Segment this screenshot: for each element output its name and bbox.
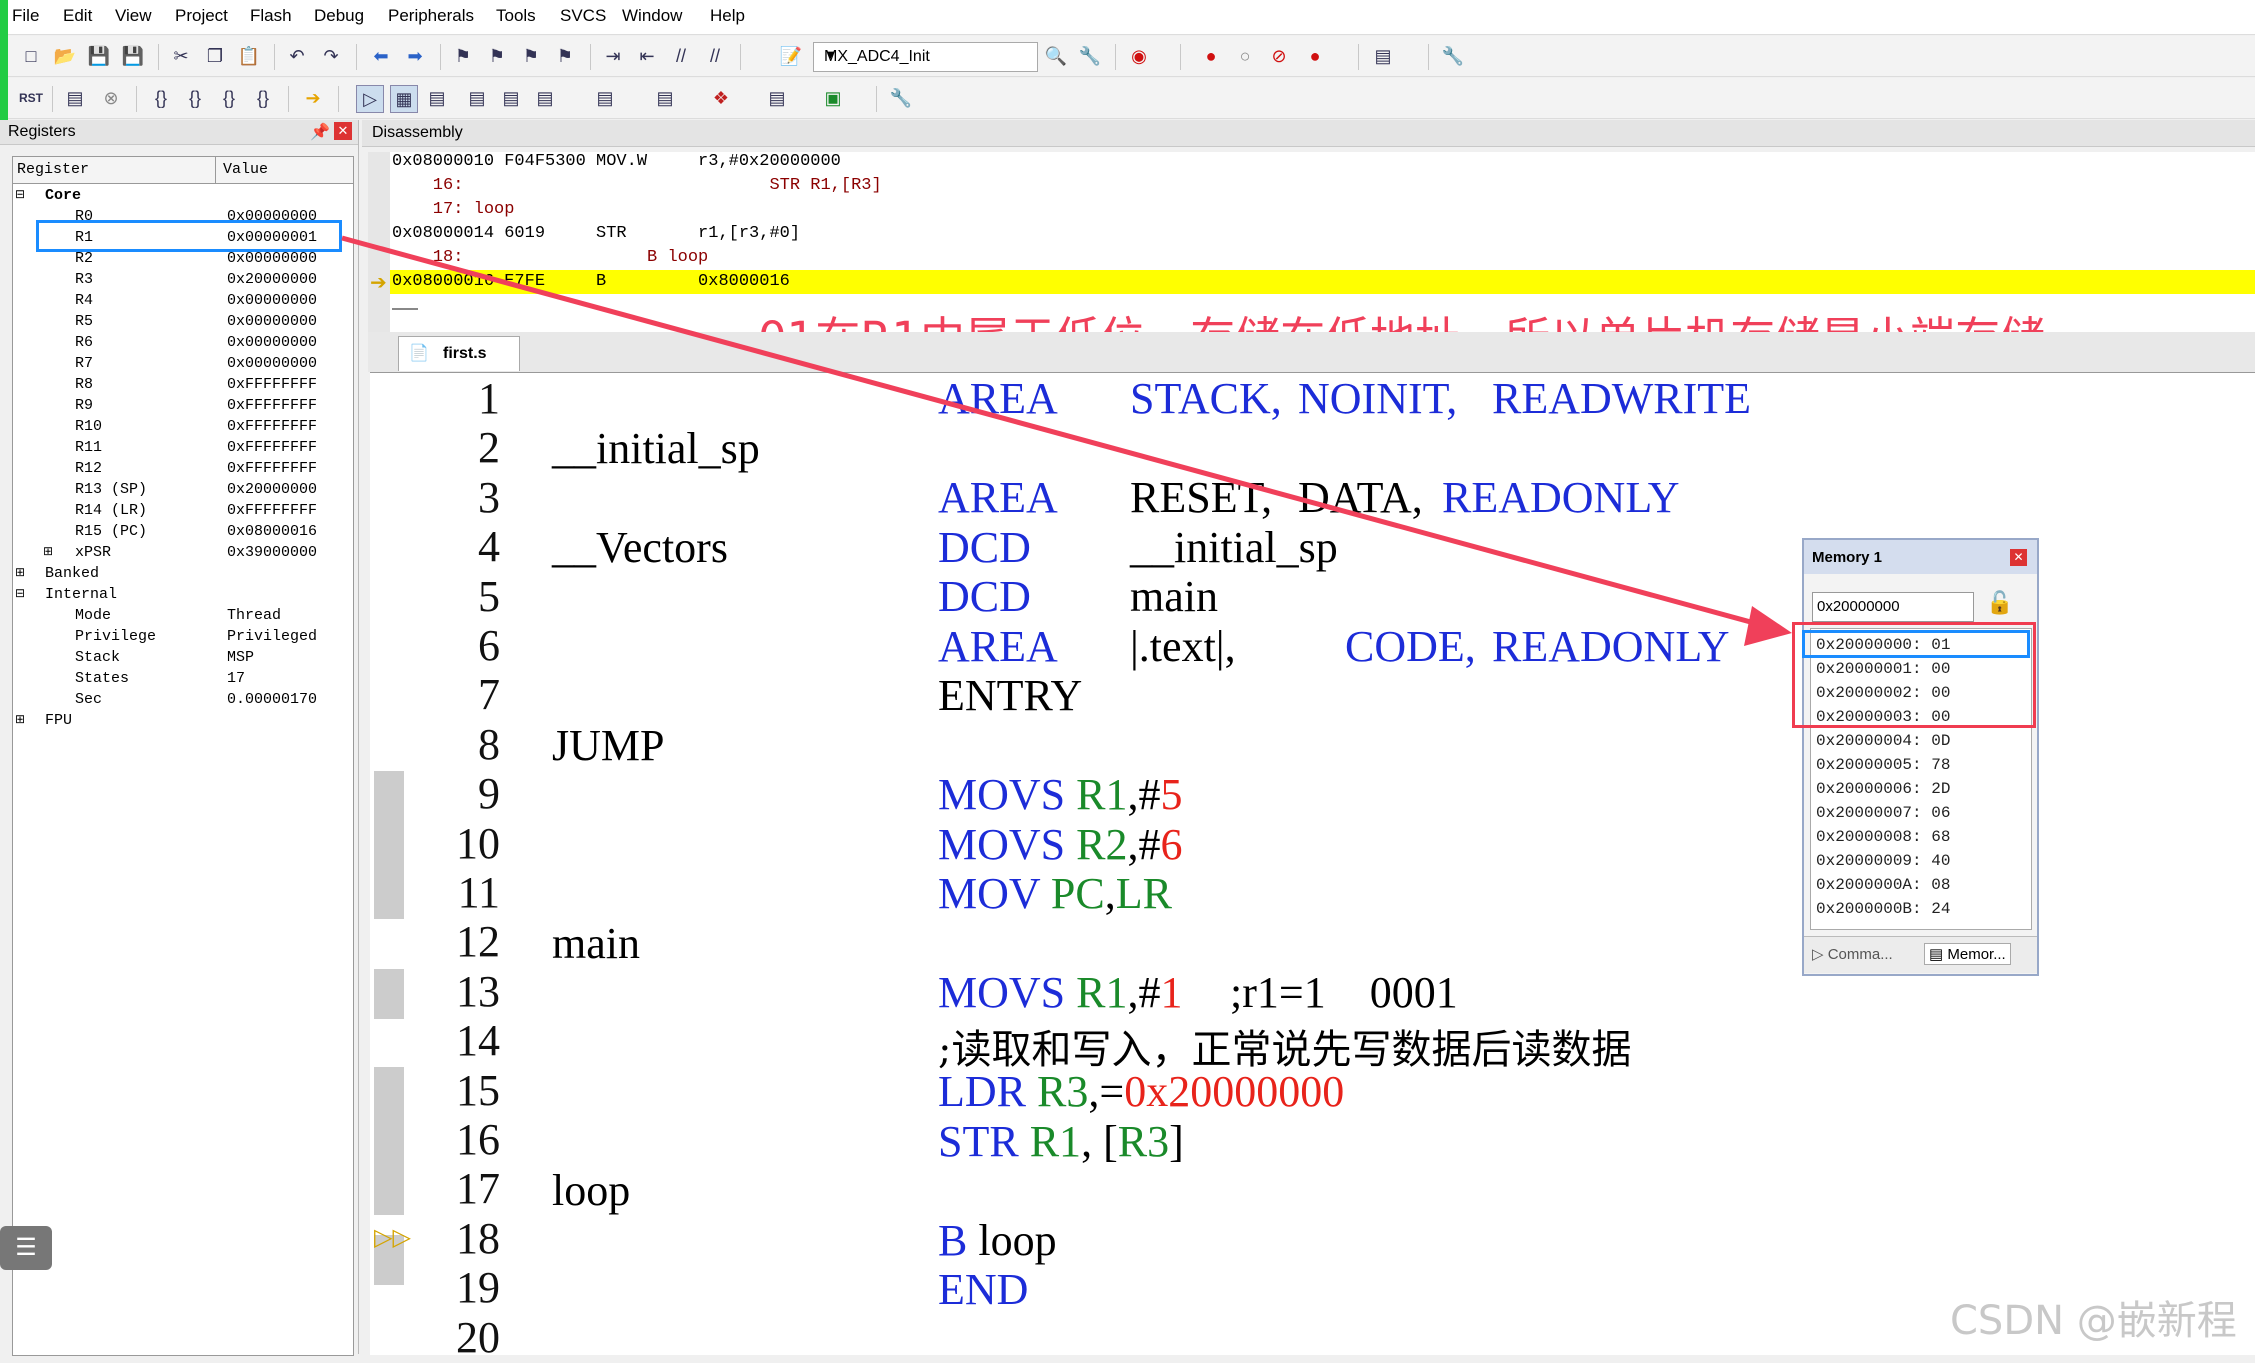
memory-line[interactable]: 0x20000008: 68 — [1816, 828, 1950, 846]
memory-blue-highlight-box — [1802, 630, 2030, 658]
memory-icon: ▤ — [1929, 946, 1944, 963]
memory-window[interactable]: Memory 1 ✕ 0x20000000 🔓 0x20000000: 01 0x… — [1802, 538, 2039, 976]
memory-line[interactable]: 0x20000007: 06 — [1816, 804, 1950, 822]
close-icon[interactable]: ✕ — [2010, 549, 2027, 566]
memory-address-input[interactable]: 0x20000000 — [1812, 592, 1974, 622]
tab-memory[interactable]: ▤ Memor... — [1924, 943, 2011, 965]
memory-line[interactable]: 0x2000000A: 08 — [1816, 876, 1950, 894]
memory-line[interactable]: 0x20000005: 78 — [1816, 756, 1950, 774]
tab-command[interactable]: ▷ Comma... — [1812, 945, 1893, 963]
memory-title: Memory 1 — [1812, 549, 1883, 566]
memory-line[interactable]: 0x2000000B: 24 — [1816, 900, 1950, 918]
command-icon: ▷ — [1812, 946, 1824, 963]
memory-line[interactable]: 0x20000009: 40 — [1816, 852, 1950, 870]
memory-tabbar: ▷ Comma... ▤ Memor... — [1804, 936, 2037, 973]
memory-window-titlebar[interactable]: Memory 1 ✕ — [1804, 540, 2037, 574]
memory-line[interactable]: 0x20000004: 0D — [1816, 732, 1950, 750]
memory-line[interactable]: 0x20000006: 2D — [1816, 780, 1950, 798]
lock-icon[interactable]: 🔓 — [1986, 590, 2013, 616]
watermark: CSDN @嵌新程 — [1950, 1298, 2237, 1344]
